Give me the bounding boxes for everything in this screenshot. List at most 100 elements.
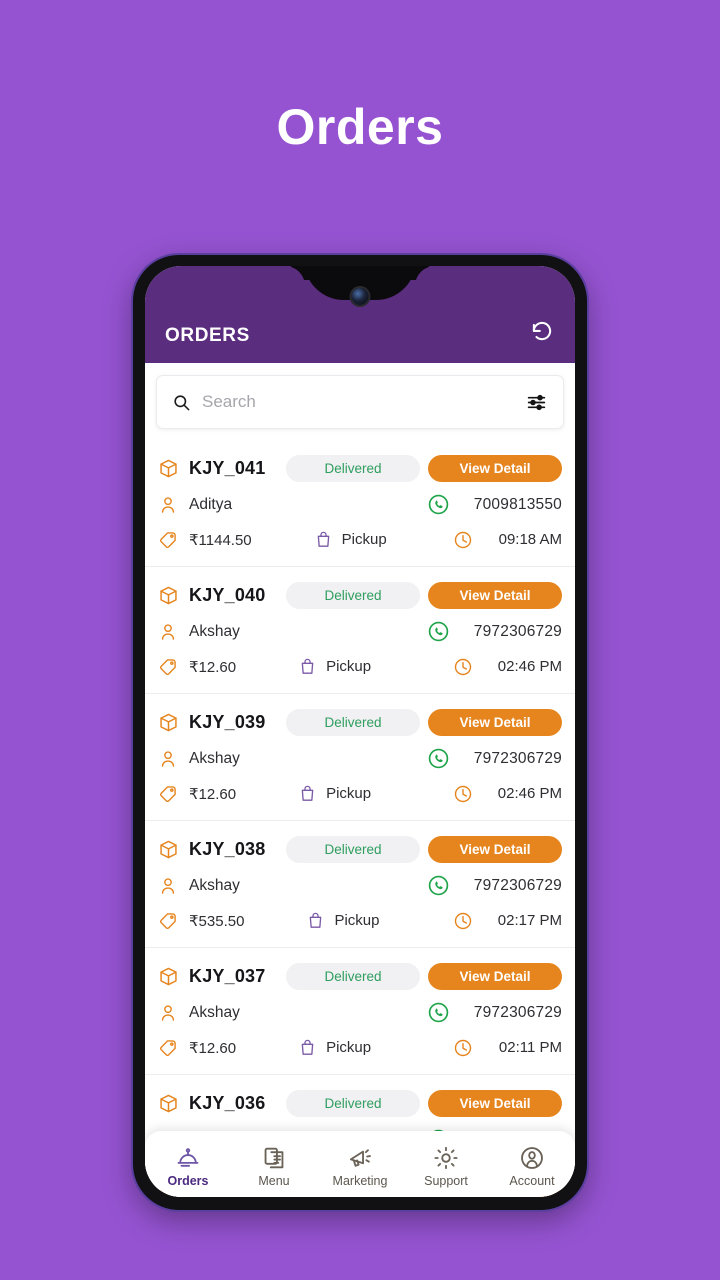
order-price: ₹535.50: [189, 912, 245, 930]
customer-phone-block[interactable]: 7972306729: [428, 875, 562, 896]
phone-call-icon[interactable]: [428, 1002, 449, 1023]
order-row-header: KJY_037 Delivered View Detail: [158, 957, 562, 995]
order-card[interactable]: KJY_039 Delivered View Detail Akshay 7972306…: [145, 694, 575, 821]
order-row-header: KJY_038 Delivered View Detail: [158, 830, 562, 868]
order-card[interactable]: KJY_038 Delivered View Detail Akshay 7972306…: [145, 821, 575, 948]
order-mode-block: Pickup: [314, 530, 387, 549]
search-input[interactable]: [202, 392, 515, 412]
status-badge: Delivered: [286, 835, 420, 863]
phone-call-icon[interactable]: [428, 494, 449, 515]
package-box-icon: [158, 458, 179, 479]
shopping-bag-icon: [298, 657, 317, 676]
order-price: ₹12.60: [189, 658, 237, 676]
order-row-header: KJY_041 Delivered View Detail: [158, 449, 562, 487]
search-bar[interactable]: [156, 375, 564, 429]
clock-icon: [453, 911, 473, 931]
order-time: 09:18 AM: [498, 531, 562, 548]
order-mode: Pickup: [326, 658, 372, 675]
view-detail-button[interactable]: View Detail: [428, 962, 562, 990]
order-row-customer: Akshay 7972306729: [158, 995, 562, 1030]
user-circle-icon: [519, 1145, 545, 1171]
refresh-icon[interactable]: [527, 317, 557, 347]
phone-screen: ORDERS Search KJY_041 Delivered View Det…: [145, 266, 575, 1197]
search-section: [145, 363, 575, 438]
clock-icon: [453, 530, 473, 550]
customer-name: Akshay: [189, 876, 240, 894]
customer-phone-block[interactable]: 7972306729: [428, 748, 562, 769]
customer-name: Akshay: [189, 749, 240, 767]
order-time: 02:11 PM: [498, 1039, 562, 1056]
order-row-header: KJY_039 Delivered View Detail: [158, 703, 562, 741]
customer-name: Akshay: [189, 622, 240, 640]
view-detail-button[interactable]: View Detail: [428, 454, 562, 482]
clock-icon: [453, 657, 473, 677]
view-detail-button[interactable]: View Detail: [428, 708, 562, 736]
orders-list[interactable]: KJY_041 Delivered View Detail Aditya 7009813…: [145, 440, 575, 1197]
order-id: KJY_037: [189, 965, 266, 986]
order-row-customer: Aditya 7009813550: [158, 487, 562, 522]
view-detail-button[interactable]: View Detail: [428, 835, 562, 863]
clock-icon: [453, 1038, 473, 1058]
package-box-icon: [158, 966, 179, 987]
megaphone-icon: [347, 1145, 373, 1171]
view-detail-button[interactable]: View Detail: [428, 1089, 562, 1117]
order-mode-block: Pickup: [298, 1038, 371, 1057]
bottom-navigation[interactable]: Orders Menu Marketing Support Account: [145, 1131, 575, 1197]
nav-item-label: Marketing: [332, 1174, 388, 1188]
nav-item-marketing[interactable]: Marketing: [317, 1131, 403, 1197]
order-id: KJY_038: [189, 838, 266, 859]
phone-call-icon[interactable]: [428, 621, 449, 642]
order-price: ₹12.60: [189, 1039, 237, 1057]
order-row-meta: ₹12.60 Pickup 02:11 PM: [158, 1030, 562, 1065]
order-time-block: 09:18 AM: [453, 530, 562, 550]
order-row-customer: Akshay 7972306729: [158, 614, 562, 649]
package-box-icon: [158, 585, 179, 606]
status-badge: Delivered: [286, 1089, 420, 1117]
food-cloche-icon: [175, 1145, 201, 1171]
nav-item-menu[interactable]: Menu: [231, 1131, 317, 1197]
person-icon: [158, 876, 178, 896]
order-time: 02:17 PM: [497, 912, 562, 929]
person-icon: [158, 1003, 178, 1023]
customer-phone-block[interactable]: 7972306729: [428, 1002, 562, 1023]
customer-phone-block[interactable]: 7009813550: [428, 494, 562, 515]
order-price: ₹12.60: [189, 785, 237, 803]
customer-phone-block[interactable]: 7972306729: [428, 621, 562, 642]
status-badge: Delivered: [286, 454, 420, 482]
customer-phone: 7972306729: [473, 876, 562, 894]
package-box-icon: [158, 839, 179, 860]
price-tag-icon: [158, 784, 178, 804]
app-bar: ORDERS: [145, 266, 575, 363]
customer-phone: 7972306729: [473, 749, 562, 767]
price-tag-icon: [158, 1038, 178, 1058]
nav-item-account[interactable]: Account: [489, 1131, 575, 1197]
order-time-block: 02:11 PM: [453, 1038, 562, 1058]
nav-item-orders[interactable]: Orders: [145, 1131, 231, 1197]
shopping-bag-icon: [298, 1038, 317, 1057]
order-time: 02:46 PM: [497, 785, 562, 802]
search-icon: [172, 393, 191, 412]
order-mode: Pickup: [326, 1039, 372, 1056]
order-price: ₹1144.50: [189, 531, 252, 549]
order-card[interactable]: KJY_037 Delivered View Detail Akshay 7972306…: [145, 948, 575, 1075]
order-mode: Pickup: [326, 785, 372, 802]
price-tag-icon: [158, 911, 178, 931]
order-id: KJY_036: [189, 1092, 266, 1113]
order-card[interactable]: KJY_041 Delivered View Detail Aditya 7009813…: [145, 440, 575, 567]
phone-device-frame: ORDERS Search KJY_041 Delivered View Det…: [133, 255, 587, 1210]
order-card[interactable]: KJY_040 Delivered View Detail Akshay 7972306…: [145, 567, 575, 694]
shopping-bag-icon: [314, 530, 333, 549]
order-row-meta: ₹12.60 Pickup 02:46 PM: [158, 776, 562, 811]
phone-call-icon[interactable]: [428, 748, 449, 769]
sliders-filter-icon[interactable]: [526, 392, 547, 413]
order-time: 02:46 PM: [497, 658, 562, 675]
price-tag-icon: [158, 530, 178, 550]
phone-call-icon[interactable]: [428, 875, 449, 896]
customer-name: Akshay: [189, 1003, 240, 1021]
order-mode: Pickup: [341, 531, 387, 548]
view-detail-button[interactable]: View Detail: [428, 581, 562, 609]
nav-item-label: Support: [424, 1174, 468, 1188]
nav-item-support[interactable]: Support: [403, 1131, 489, 1197]
menu-document-icon: [261, 1145, 287, 1171]
order-time-block: 02:46 PM: [453, 784, 562, 804]
